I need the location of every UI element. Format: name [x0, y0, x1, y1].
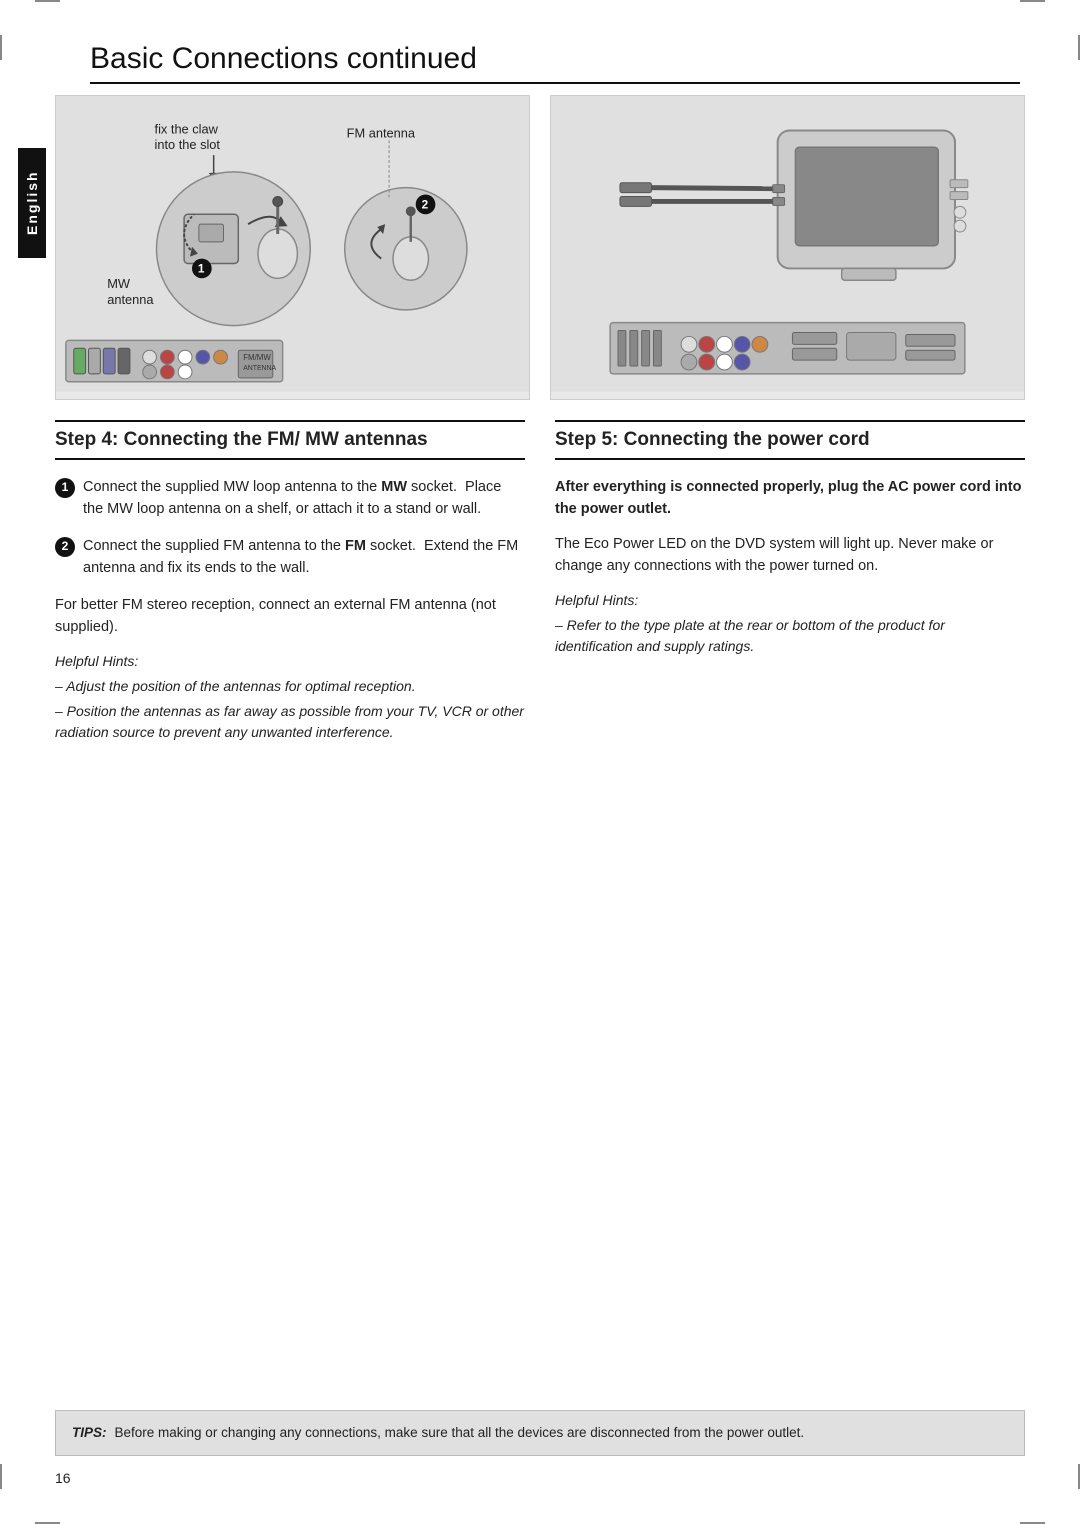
step-number-2: 2 [55, 537, 75, 557]
step4-content: 1 Connect the supplied MW loop antenna t… [55, 476, 525, 744]
tips-label: TIPS: [72, 1423, 107, 1443]
crop-mark-lb [0, 1464, 2, 1489]
svg-text:2: 2 [422, 197, 429, 211]
tips-bar: TIPS: Before making or changing any conn… [55, 1410, 1025, 1456]
step5-column: Step 5: Connecting the power cord After … [555, 420, 1025, 747]
right-diagram: TV [550, 95, 1025, 400]
label-into-slot: into the slot [155, 137, 221, 152]
tips-text: Before making or changing any connection… [115, 1423, 805, 1443]
step5-heading: Step 5: Connecting the power cord [555, 420, 1025, 460]
step4-hint1: – Adjust the position of the antennas fo… [55, 676, 525, 697]
step4-helpful-hints-label: Helpful Hints: [55, 651, 525, 673]
crop-mark-tl [35, 0, 60, 2]
step5-content: After everything is connected properly, … [555, 476, 1025, 658]
page-number: 16 [55, 1470, 71, 1486]
svg-text:FM antenna: FM antenna [347, 125, 416, 140]
steps-row: Step 4: Connecting the FM/ MW antennas 1… [55, 420, 1025, 747]
step-number-1: 1 [55, 478, 75, 498]
diagrams-row: fix the claw into the slot 1 MW [55, 95, 1025, 400]
svg-text:1: 1 [198, 261, 205, 275]
right-diagram-svg: TV [551, 96, 1024, 392]
left-diagram: fix the claw into the slot 1 MW [55, 95, 530, 400]
step4-item1: 1 Connect the supplied MW loop antenna t… [55, 476, 525, 521]
svg-text:ANTENNA: ANTENNA [243, 365, 276, 372]
svg-text:MW: MW [107, 276, 131, 291]
left-diagram-svg: fix the claw into the slot 1 MW [56, 96, 529, 392]
crop-mark-lt [0, 35, 2, 60]
step4-hint2: – Position the antennas as far away as p… [55, 701, 525, 743]
step5-hint1: – Refer to the type plate at the rear or… [555, 615, 1025, 657]
step5-bold-text: After everything is connected properly, … [555, 476, 1025, 521]
step5-para: The Eco Power LED on the DVD system will… [555, 533, 1025, 578]
step4-para: For better FM stereo reception, connect … [55, 594, 525, 639]
step4-heading: Step 4: Connecting the FM/ MW antennas [55, 420, 525, 460]
step4-item2: 2 Connect the supplied FM antenna to the… [55, 535, 525, 580]
step5-helpful-hints-label: Helpful Hints: [555, 590, 1025, 612]
svg-text:antenna: antenna [107, 292, 154, 307]
step4-column: Step 4: Connecting the FM/ MW antennas 1… [55, 420, 525, 747]
language-tab: English [18, 148, 46, 258]
label-fix-claw: fix the claw [155, 121, 219, 136]
svg-text:FM/MW: FM/MW [243, 353, 271, 362]
page-title-area: Basic Connections continued [90, 42, 1020, 84]
crop-mark-tr [1020, 0, 1045, 2]
page-title: Basic Connections continued [90, 42, 1020, 84]
